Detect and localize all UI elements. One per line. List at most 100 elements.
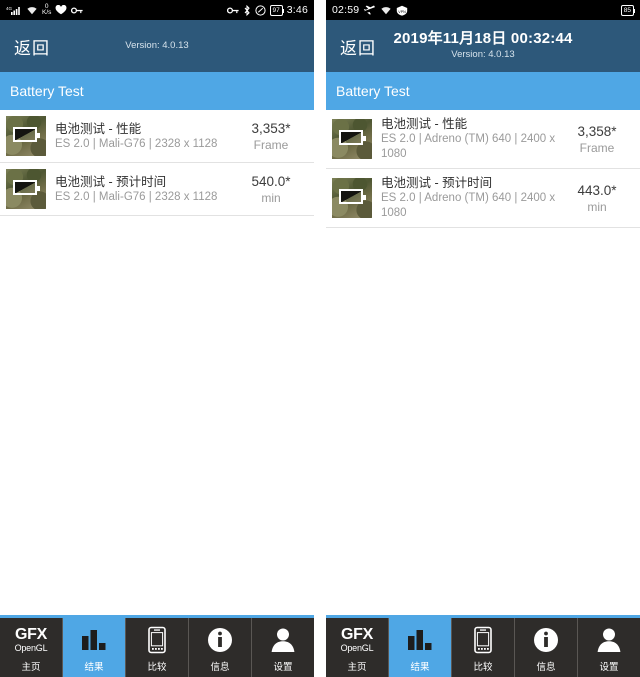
nav-label-results: 结果: [410, 662, 430, 673]
table-row[interactable]: 电池测试 - 预计时间 ES 2.0 | Adreno (TM) 640 | 2…: [326, 169, 640, 228]
left-title-bar: 返回 Version: 4.0.13: [0, 20, 314, 72]
right-title-bar: 返回 2019年11月18日 00:32:44 Version: 4.0.13: [326, 20, 640, 72]
dnd-icon: [254, 4, 266, 16]
key-icon: [226, 6, 239, 15]
nav-label-home: 主页: [347, 662, 367, 673]
nav-item-results[interactable]: 结果: [63, 618, 126, 677]
battery-icon: [13, 127, 40, 142]
left-status-bar: 4G 0 K/s 97 3:46: [0, 0, 314, 20]
wifi-icon: [380, 5, 392, 15]
right-bottom-nav: GFX OpenGL 主页 结果 比较 信息 设置: [326, 615, 640, 677]
row-text: 电池测试 - 性能 ES 2.0 | Mali-G76 | 2328 x 112…: [46, 121, 240, 152]
gfx-logo-line1: GFX: [14, 626, 47, 643]
table-row[interactable]: 电池测试 - 性能 ES 2.0 | Mali-G76 | 2328 x 112…: [0, 110, 314, 163]
back-button[interactable]: 返回: [0, 34, 50, 59]
screenshot-comparison: 4G 0 K/s 97 3:46 返回 Version: 4.0.13 Batt…: [0, 0, 640, 677]
score-unit: Frame: [253, 137, 289, 152]
nav-item-home[interactable]: GFX OpenGL 主页: [326, 618, 389, 677]
right-phone-screenshot: 02:59 VPN 85 返回 2019年11月18日 00:32:44 Ver…: [326, 0, 640, 677]
left-status-icons-right: 97 3:46: [226, 4, 308, 16]
section-title: Battery Test: [336, 83, 410, 99]
test-details: ES 2.0 | Adreno (TM) 640 | 2400 x 1080: [381, 192, 556, 219]
right-status-icons-left: 02:59 VPN: [332, 4, 621, 16]
nav-label-compare: 比较: [147, 662, 167, 673]
nav-item-home[interactable]: GFX OpenGL 主页: [0, 618, 63, 677]
test-name: 电池测试 - 预计时间: [55, 174, 167, 189]
nav-label-results: 结果: [84, 662, 104, 673]
left-status-icons-left: 4G 0 K/s: [6, 3, 227, 17]
battery-indicator: 97: [269, 4, 285, 16]
wifi-icon: [26, 5, 38, 15]
test-name: 电池测试 - 预计时间: [381, 176, 493, 190]
gfx-logo-line1: GFX: [340, 626, 373, 643]
row-text: 电池测试 - 预计时间 ES 2.0 | Mali-G76 | 2328 x 1…: [46, 174, 240, 205]
battery-test-thumbnail: [6, 116, 46, 156]
svg-text:VPN: VPN: [399, 10, 407, 14]
gfx-opengl-logo-icon: GFX OpenGL: [326, 618, 388, 662]
battery-indicator: 85: [620, 4, 636, 16]
score-value: 443.0*: [577, 182, 617, 198]
left-result-list: 电池测试 - 性能 ES 2.0 | Mali-G76 | 2328 x 112…: [0, 110, 314, 615]
battery-test-thumbnail: [332, 178, 372, 218]
section-header-battery-test: Battery Test: [326, 72, 640, 110]
airplane-icon: [363, 4, 376, 16]
row-score-block: 3,358* Frame: [566, 123, 632, 156]
nav-label-home: 主页: [21, 662, 41, 673]
nav-item-info[interactable]: 信息: [515, 618, 578, 677]
data-rate-unit: K/s: [42, 9, 52, 16]
nav-label-info: 信息: [536, 662, 556, 673]
test-details: ES 2.0 | Mali-G76 | 2328 x 1128: [55, 190, 218, 203]
nav-item-compare[interactable]: 比较: [126, 618, 189, 677]
left-bottom-nav: GFX OpenGL 主页 结果 比较 信息 设置: [0, 615, 314, 677]
table-row[interactable]: 电池测试 - 性能 ES 2.0 | Adreno (TM) 640 | 240…: [326, 110, 640, 169]
row-text: 电池测试 - 预计时间 ES 2.0 | Adreno (TM) 640 | 2…: [372, 175, 566, 221]
gfx-logo-line2: OpenGL: [14, 643, 48, 653]
nav-item-settings[interactable]: 设置: [578, 618, 640, 677]
bluetooth-icon: [243, 4, 251, 16]
heart-icon: [55, 5, 67, 15]
score-unit: min: [587, 199, 607, 214]
battery-test-thumbnail: [6, 169, 46, 209]
section-header-battery-test: Battery Test: [0, 72, 314, 110]
nav-label-settings: 设置: [273, 662, 293, 673]
battery-icon: [339, 130, 366, 145]
score-value: 3,358*: [577, 123, 617, 139]
score-value: 3,353*: [251, 120, 291, 136]
test-name: 电池测试 - 性能: [381, 117, 468, 131]
status-clock: 3:46: [286, 4, 308, 16]
nav-item-settings[interactable]: 设置: [252, 618, 314, 677]
svg-text:4G: 4G: [6, 6, 13, 11]
battery-icon: [13, 180, 40, 195]
phone-icon: [452, 618, 514, 662]
table-row[interactable]: 电池测试 - 预计时间 ES 2.0 | Mali-G76 | 2328 x 1…: [0, 163, 314, 216]
signal-icon: 4G: [6, 5, 22, 16]
nav-item-compare[interactable]: 比较: [452, 618, 515, 677]
score-value: 540.0*: [251, 173, 291, 189]
vpn-icon: VPN: [396, 5, 408, 16]
bar-chart-icon: [63, 618, 125, 662]
back-button[interactable]: 返回: [326, 34, 376, 59]
bar-chart-icon: [389, 618, 451, 662]
nav-label-settings: 设置: [599, 662, 619, 673]
status-clock: 02:59: [332, 4, 360, 16]
nav-item-results[interactable]: 结果: [389, 618, 452, 677]
test-details: ES 2.0 | Mali-G76 | 2328 x 1128: [55, 137, 218, 150]
nav-label-compare: 比较: [473, 662, 493, 673]
info-icon: [515, 618, 577, 662]
nav-label-info: 信息: [210, 662, 230, 673]
nav-item-info[interactable]: 信息: [189, 618, 252, 677]
section-title: Battery Test: [10, 83, 84, 99]
gfx-logo-line2: OpenGL: [340, 643, 374, 653]
left-phone-screenshot: 4G 0 K/s 97 3:46 返回 Version: 4.0.13 Batt…: [0, 0, 314, 677]
battery-test-thumbnail: [332, 119, 372, 159]
test-details: ES 2.0 | Adreno (TM) 640 | 2400 x 1080: [381, 133, 556, 160]
key-icon: [71, 6, 84, 15]
battery-icon: [339, 189, 366, 204]
right-status-bar: 02:59 VPN 85: [326, 0, 640, 20]
panel-divider: [314, 0, 326, 677]
score-unit: Frame: [579, 140, 615, 155]
person-icon: [252, 618, 314, 662]
data-rate-icon: 0 K/s: [42, 3, 52, 17]
row-score-block: 3,353* Frame: [240, 120, 306, 153]
test-name: 电池测试 - 性能: [55, 121, 142, 136]
